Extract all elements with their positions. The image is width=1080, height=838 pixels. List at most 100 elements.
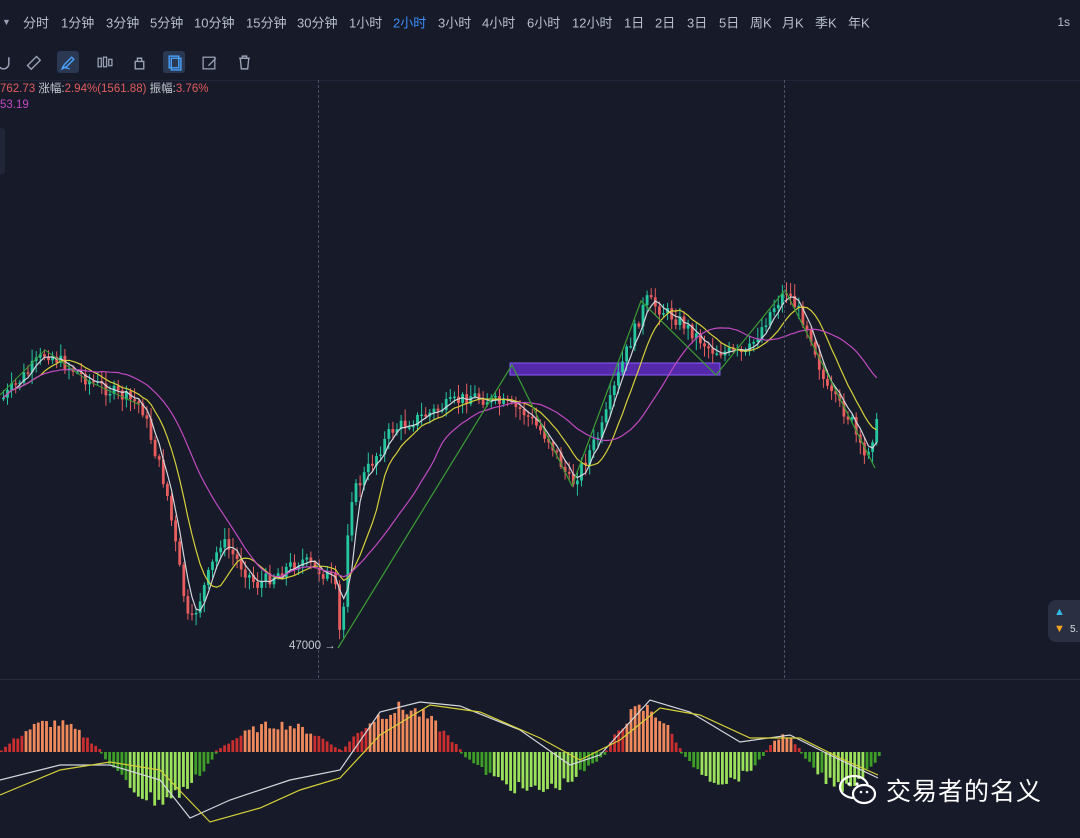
macd-bar-negative: [464, 752, 467, 758]
candle-body: [637, 323, 641, 327]
candle-body: [219, 547, 223, 553]
macd-bar-positive: [777, 739, 781, 752]
macd-bar-negative: [725, 752, 728, 784]
macd-bar-negative: [562, 752, 566, 779]
macd-bar-positive: [247, 729, 251, 752]
macd-bar-positive: [446, 735, 450, 752]
candle-body: [530, 416, 534, 419]
macd-bar-positive: [284, 729, 288, 752]
macd-bar-negative: [476, 752, 480, 766]
macd-bar-positive: [417, 716, 421, 752]
candle-body: [539, 425, 542, 431]
macd-bar-negative: [741, 752, 745, 771]
candle-body: [354, 483, 358, 503]
macd-bar-negative: [104, 752, 107, 760]
candle-body: [186, 596, 190, 614]
candle-body: [379, 454, 382, 457]
candle-body: [358, 483, 362, 486]
macd-bar-positive: [329, 744, 333, 752]
watermark-text: 交易者的名义: [886, 778, 1043, 806]
macd-bar-negative: [721, 752, 724, 785]
macd-bar-negative: [574, 752, 578, 777]
kline-chart[interactable]: [0, 0, 1080, 838]
macd-bar-negative: [546, 752, 549, 790]
candle-body: [436, 408, 440, 411]
zigzag-line: [337, 288, 876, 649]
macd-bar-positive: [57, 725, 61, 752]
candle-body: [592, 439, 596, 451]
macd-bar-positive: [376, 714, 380, 752]
candle-body: [625, 346, 628, 362]
macd-bar-positive: [621, 728, 625, 752]
macd-bar-positive: [797, 748, 801, 752]
macd-bar-negative: [505, 752, 508, 785]
candle-body: [649, 295, 653, 298]
candle-body: [321, 574, 325, 579]
candle-body: [608, 395, 612, 410]
candle-body: [424, 414, 428, 417]
macd-bar-negative: [816, 752, 820, 775]
candle-body: [772, 308, 776, 313]
candle-body: [63, 355, 67, 370]
macd-bar-positive: [678, 748, 682, 752]
macd-bar-negative: [100, 752, 103, 754]
candle-body: [223, 539, 227, 548]
candle-body: [604, 409, 608, 423]
candle-body: [645, 295, 649, 306]
arrow-down-icon[interactable]: ▼: [1054, 623, 1065, 635]
macd-bar-positive: [49, 726, 52, 752]
macd-bar-positive: [641, 710, 645, 752]
macd-bar-positive: [765, 750, 768, 752]
macd-bar-positive: [348, 741, 351, 752]
scroll-arrows[interactable]: ▲ ▼ 5.: [1048, 600, 1080, 642]
crosshair-line-2: [784, 80, 785, 678]
macd-bar-positive: [77, 729, 81, 752]
macd-bar-negative: [509, 752, 512, 791]
candle-body: [256, 582, 259, 588]
macd-bar-positive: [272, 728, 276, 752]
candle-body: [407, 427, 411, 429]
macd-bar-positive: [454, 744, 458, 752]
indicator-pane-divider[interactable]: [0, 679, 1080, 680]
macd-bar-positive: [426, 718, 429, 752]
candle-body: [707, 346, 710, 349]
candle-body: [822, 369, 825, 380]
arrow-up-icon[interactable]: ▲: [1054, 606, 1065, 618]
macd-bar-positive: [45, 721, 48, 752]
macd-bar-positive: [86, 737, 89, 752]
macd-bar-positive: [670, 733, 674, 752]
low-price-label: 47000 →: [289, 640, 336, 652]
macd-bar-positive: [393, 713, 397, 752]
macd-bar-positive: [434, 720, 438, 752]
macd-bar-negative: [190, 752, 193, 783]
macd-bar-positive: [317, 735, 321, 752]
macd-bar-positive: [8, 743, 11, 752]
candle-body: [448, 397, 452, 399]
macd-bar-positive: [321, 738, 325, 752]
macd-bar-positive: [438, 731, 442, 752]
candle-body: [137, 401, 141, 404]
candle-body: [235, 554, 239, 560]
candle-body: [875, 419, 879, 443]
macd-bar-negative: [210, 752, 214, 760]
macd-bar-positive: [662, 723, 666, 752]
macd-bar-negative: [182, 752, 185, 787]
macd-bar-positive: [313, 735, 317, 752]
candle-body: [346, 535, 350, 607]
macd-bar-negative: [745, 752, 749, 772]
candle-body: [174, 520, 177, 542]
ma-long-line: [2, 327, 878, 578]
candle-body: [350, 502, 354, 536]
macd-bar-positive: [223, 745, 226, 752]
macd-bar-negative: [873, 752, 877, 763]
macd-bar-negative: [804, 752, 807, 759]
macd-bar-negative: [501, 752, 504, 781]
macd-bar-positive: [450, 742, 454, 752]
zigzag-drawing: [0, 288, 876, 649]
macd-bar-negative: [198, 752, 202, 776]
candle-body: [805, 325, 809, 330]
macd-bar-positive: [41, 720, 44, 752]
macd-bar-positive: [789, 737, 793, 752]
macd-bar-positive: [280, 721, 284, 752]
macd-bar-negative: [684, 752, 687, 757]
